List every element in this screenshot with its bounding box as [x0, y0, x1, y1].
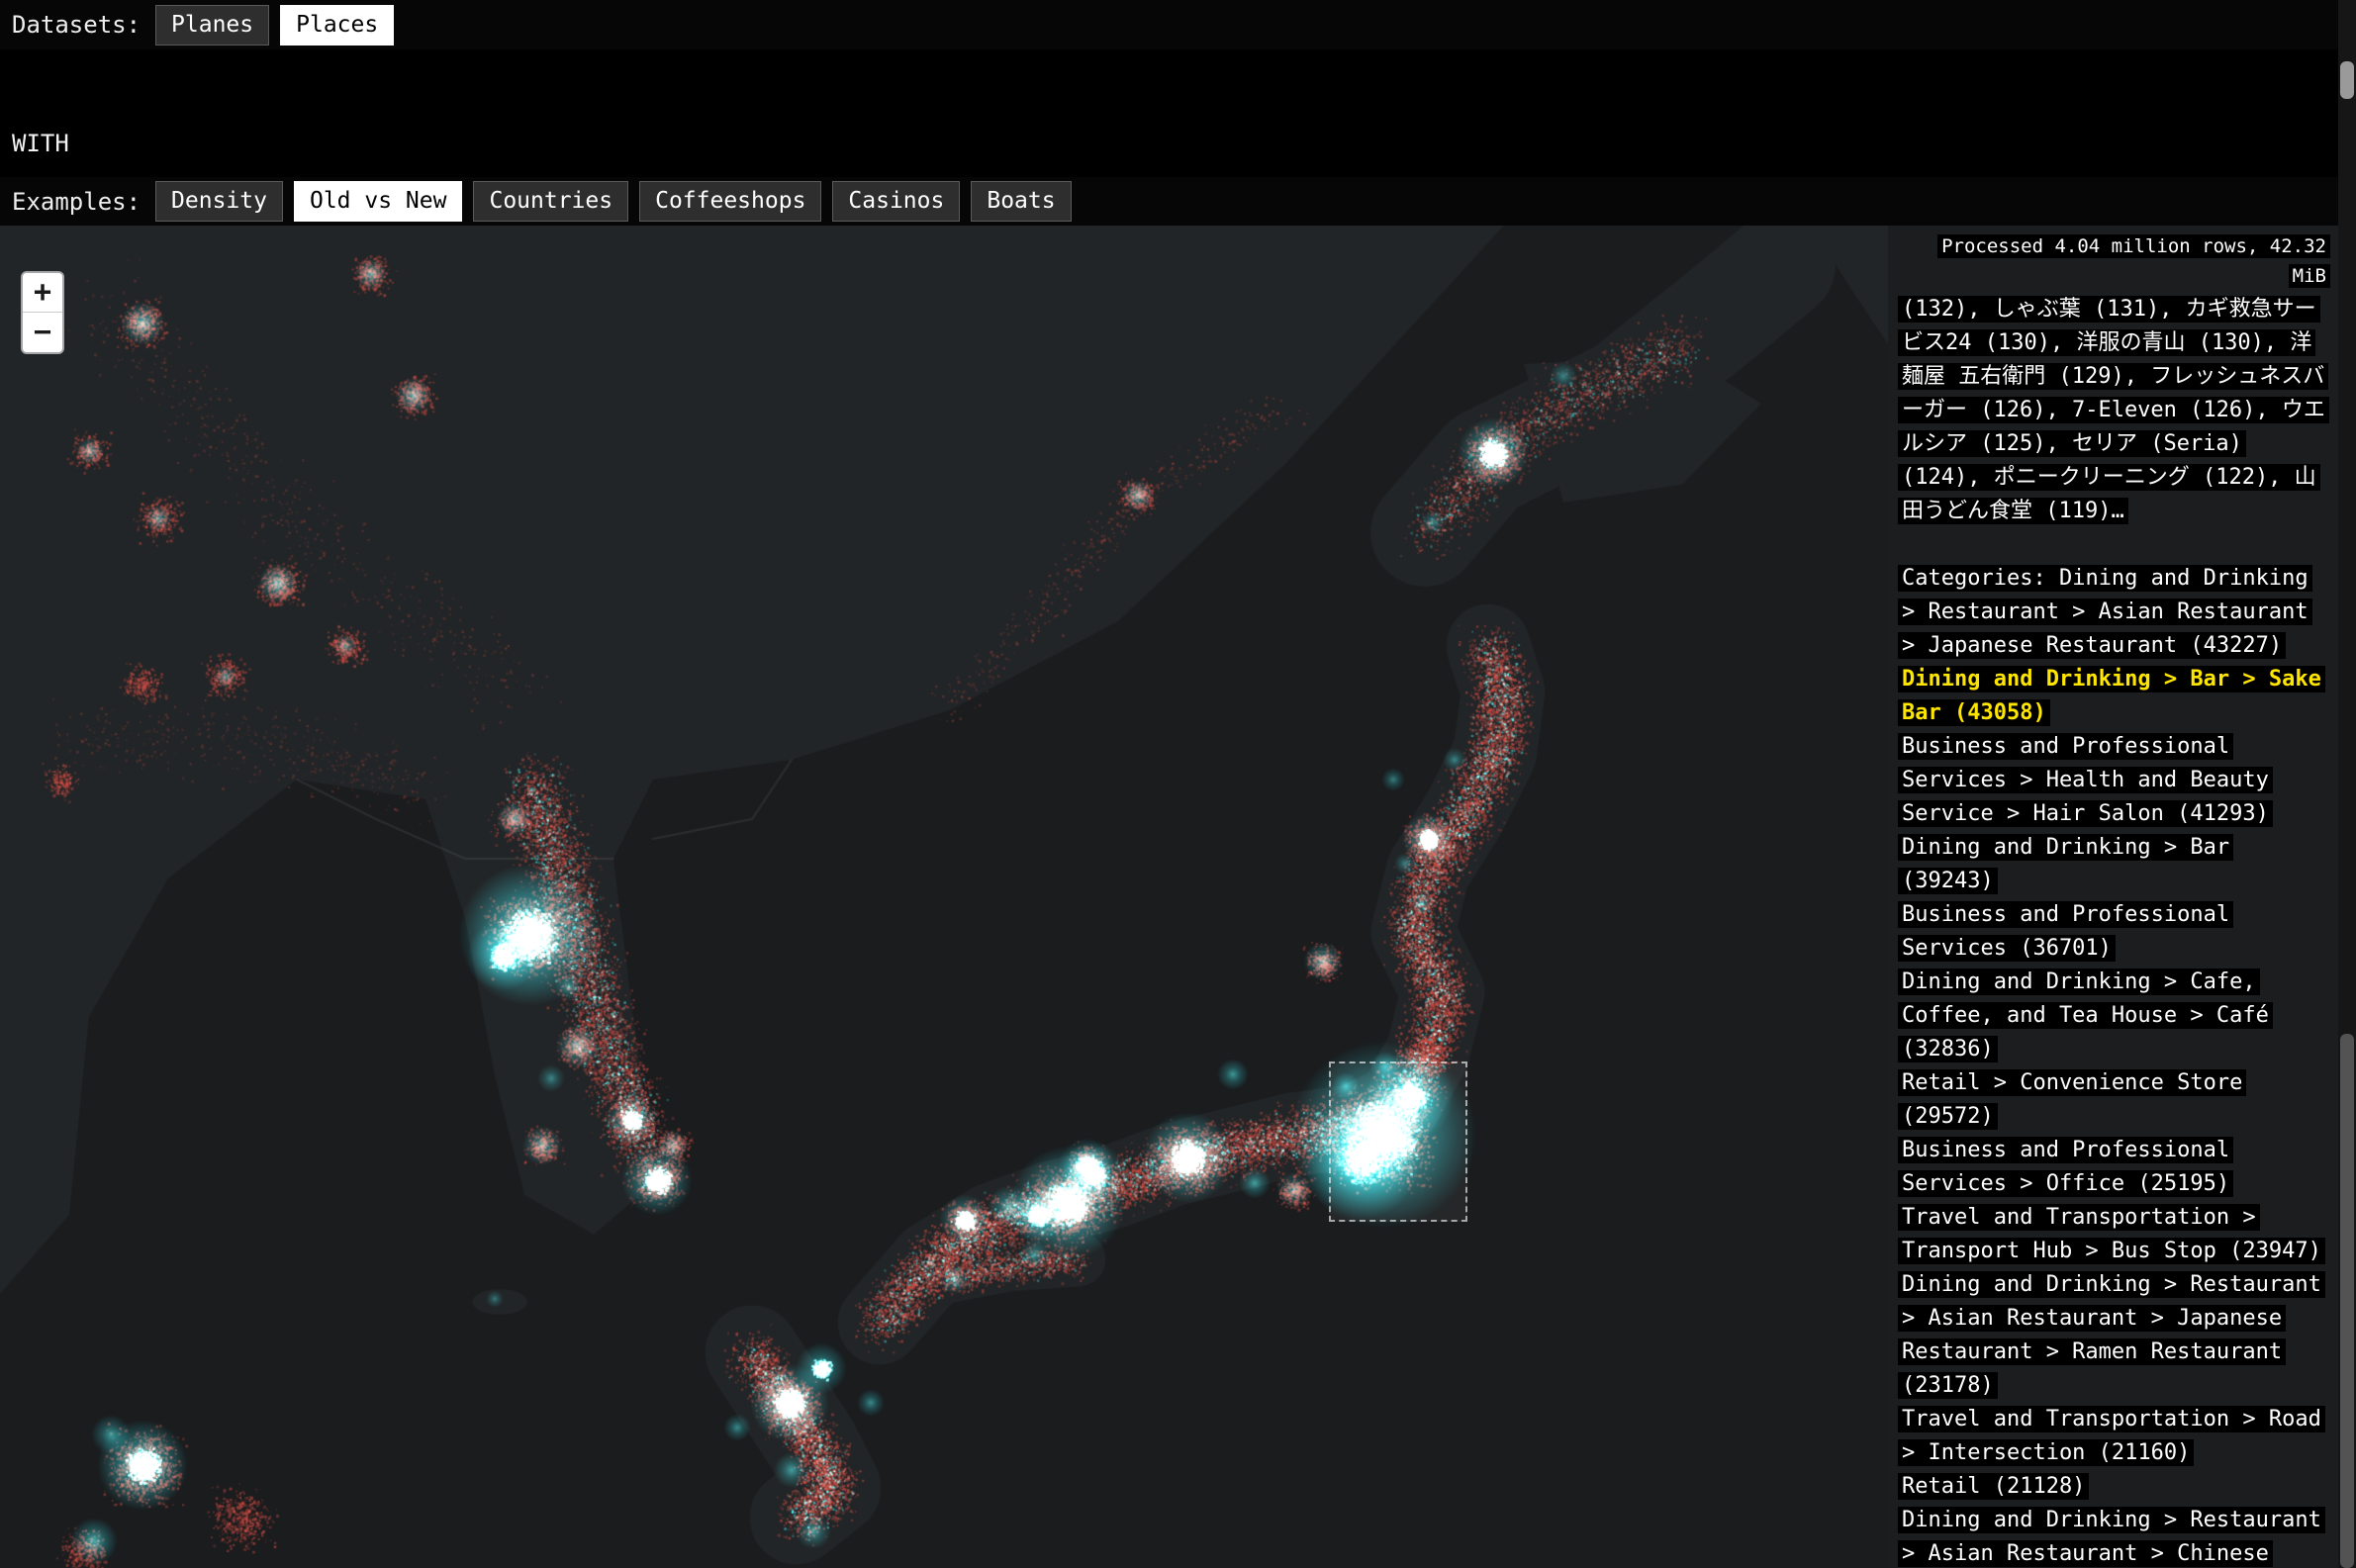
map-canvas[interactable]: [0, 226, 1888, 1568]
category-item-text: Business and Professional Services > Off…: [1898, 1137, 2233, 1197]
category-item-text: Travel and Transportation > Transport Hu…: [1898, 1204, 2325, 1264]
sql-line: WITH: [12, 127, 2338, 160]
categories-label: Categories:: [1902, 566, 2059, 591]
category-item-text: Dining and Drinking > Bar > Sake Bar (43…: [1898, 666, 2325, 726]
category-item-text: Dining and Drinking > Restaurant > Asian…: [1898, 1271, 2325, 1399]
categories-rest: Dining and Drinking > Bar > Sake Bar (43…: [1898, 663, 2330, 1568]
dataset-button-planes[interactable]: Planes: [155, 5, 269, 46]
category-item-text: Dining and Drinking > Restaurant > Asian…: [1898, 1507, 2325, 1568]
map-zoom-control: + −: [21, 271, 64, 354]
category-item-text: Business and Professional Services (3670…: [1898, 901, 2233, 962]
category-item[interactable]: Categories: Dining and Drinking > Restau…: [1898, 562, 2330, 663]
category-item-text: Dining and Drinking > Cafe, Coffee, and …: [1898, 968, 2273, 1062]
app-root: Datasets: Planes Places WITH bitShiftLeft…: [0, 0, 2356, 1568]
category-item[interactable]: Retail (21128): [1898, 1470, 2330, 1504]
sql-scrollbar-thumb[interactable]: [2340, 61, 2354, 99]
category-item-text: Business and Professional Services > Hea…: [1898, 733, 2273, 827]
zoom-out-button[interactable]: −: [23, 313, 62, 352]
datasets-bar: Datasets: Planes Places: [0, 0, 2338, 49]
category-item[interactable]: Dining and Drinking > Bar > Sake Bar (43…: [1898, 663, 2330, 730]
category-item-text: Retail (21128): [1898, 1473, 2089, 1500]
category-item[interactable]: Dining and Drinking > Restaurant > Asian…: [1898, 1268, 2330, 1403]
datasets-buttons: Planes Places: [144, 5, 394, 46]
zoom-in-button[interactable]: +: [23, 273, 62, 313]
category-item-text: Dining and Drinking > Bar (39243): [1898, 834, 2233, 894]
category-item[interactable]: Retail > Convenience Store (29572): [1898, 1066, 2330, 1134]
category-item[interactable]: Business and Professional Services > Off…: [1898, 1134, 2330, 1201]
page-scrollbar[interactable]: [2338, 0, 2356, 1568]
category-item[interactable]: Dining and Drinking > Restaurant > Asian…: [1898, 1504, 2330, 1568]
map-selection-rectangle[interactable]: [1329, 1061, 1467, 1222]
category-item-text: Travel and Transportation > Road > Inter…: [1898, 1406, 2325, 1466]
category-item[interactable]: Travel and Transportation > Transport Hu…: [1898, 1201, 2330, 1268]
category-item[interactable]: Dining and Drinking > Bar (39243): [1898, 831, 2330, 898]
datasets-label: Datasets:: [12, 11, 141, 39]
categories-list: Categories: Dining and Drinking > Restau…: [1898, 562, 2330, 1568]
category-item[interactable]: Dining and Drinking > Cafe, Coffee, and …: [1898, 966, 2330, 1066]
sql-editor[interactable]: WITH bitShiftLeft(1::UInt64, {z:UInt8}) …: [0, 49, 2338, 177]
category-item[interactable]: Business and Professional Services > Hea…: [1898, 730, 2330, 831]
map: + −: [0, 226, 1888, 1568]
page-scrollbar-thumb[interactable]: [2340, 1034, 2354, 1568]
dataset-button-places[interactable]: Places: [280, 5, 394, 46]
category-item[interactable]: Travel and Transportation > Road > Inter…: [1898, 1403, 2330, 1470]
category-item[interactable]: Business and Professional Services (3670…: [1898, 898, 2330, 966]
category-item-text: Retail > Convenience Store (29572): [1898, 1069, 2246, 1130]
